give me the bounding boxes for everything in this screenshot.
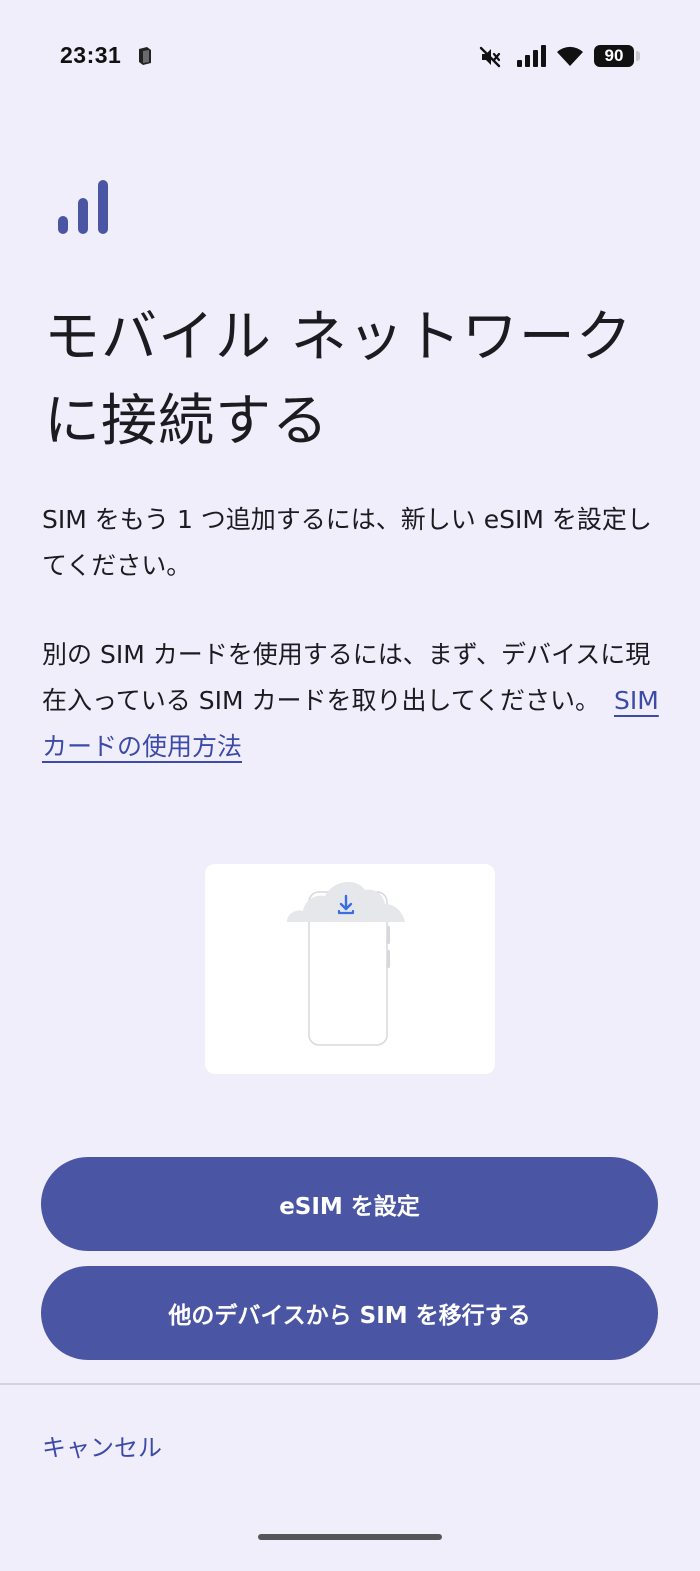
cancel-button[interactable]: キャンセル bbox=[42, 1428, 162, 1463]
transfer-sim-button[interactable]: 他のデバイスから SIM を移行する bbox=[41, 1266, 658, 1360]
status-time: 23:31 bbox=[60, 42, 122, 68]
battery-cap bbox=[636, 51, 640, 61]
phone-cloud-download-icon bbox=[287, 882, 405, 1046]
wifi-icon bbox=[557, 46, 583, 66]
divider bbox=[0, 1383, 700, 1385]
screen: 23:31 90 モバイル ネットワークに接続する SIM をもう 1 つ追加す… bbox=[0, 0, 700, 1571]
status-bar: 23:31 90 bbox=[0, 0, 700, 112]
page-title: モバイル ネットワークに接続する bbox=[44, 305, 633, 454]
esim-description: SIM をもう 1 つ追加するには、新しい eSIM を設定してください。 bbox=[42, 497, 662, 589]
esim-description-text: SIM をもう 1 つ追加するには、新しい eSIM を設定してください。 bbox=[42, 505, 652, 580]
signal-bars-icon bbox=[58, 180, 108, 234]
sim-card-description: 別の SIM カードを使用するには、まず、デバイスに現在入っている SIM カー… bbox=[42, 632, 662, 770]
mute-icon bbox=[479, 46, 501, 68]
battery-icon: 90 bbox=[594, 45, 634, 67]
notification-icon bbox=[139, 47, 151, 65]
home-indicator[interactable] bbox=[258, 1534, 442, 1540]
sim-card-description-text: 別の SIM カードを使用するには、まず、デバイスに現在入っている SIM カー… bbox=[42, 640, 651, 715]
phone-illustration bbox=[205, 864, 495, 1074]
setup-esim-button[interactable]: eSIM を設定 bbox=[41, 1157, 658, 1251]
cellular-signal-icon bbox=[517, 45, 546, 67]
